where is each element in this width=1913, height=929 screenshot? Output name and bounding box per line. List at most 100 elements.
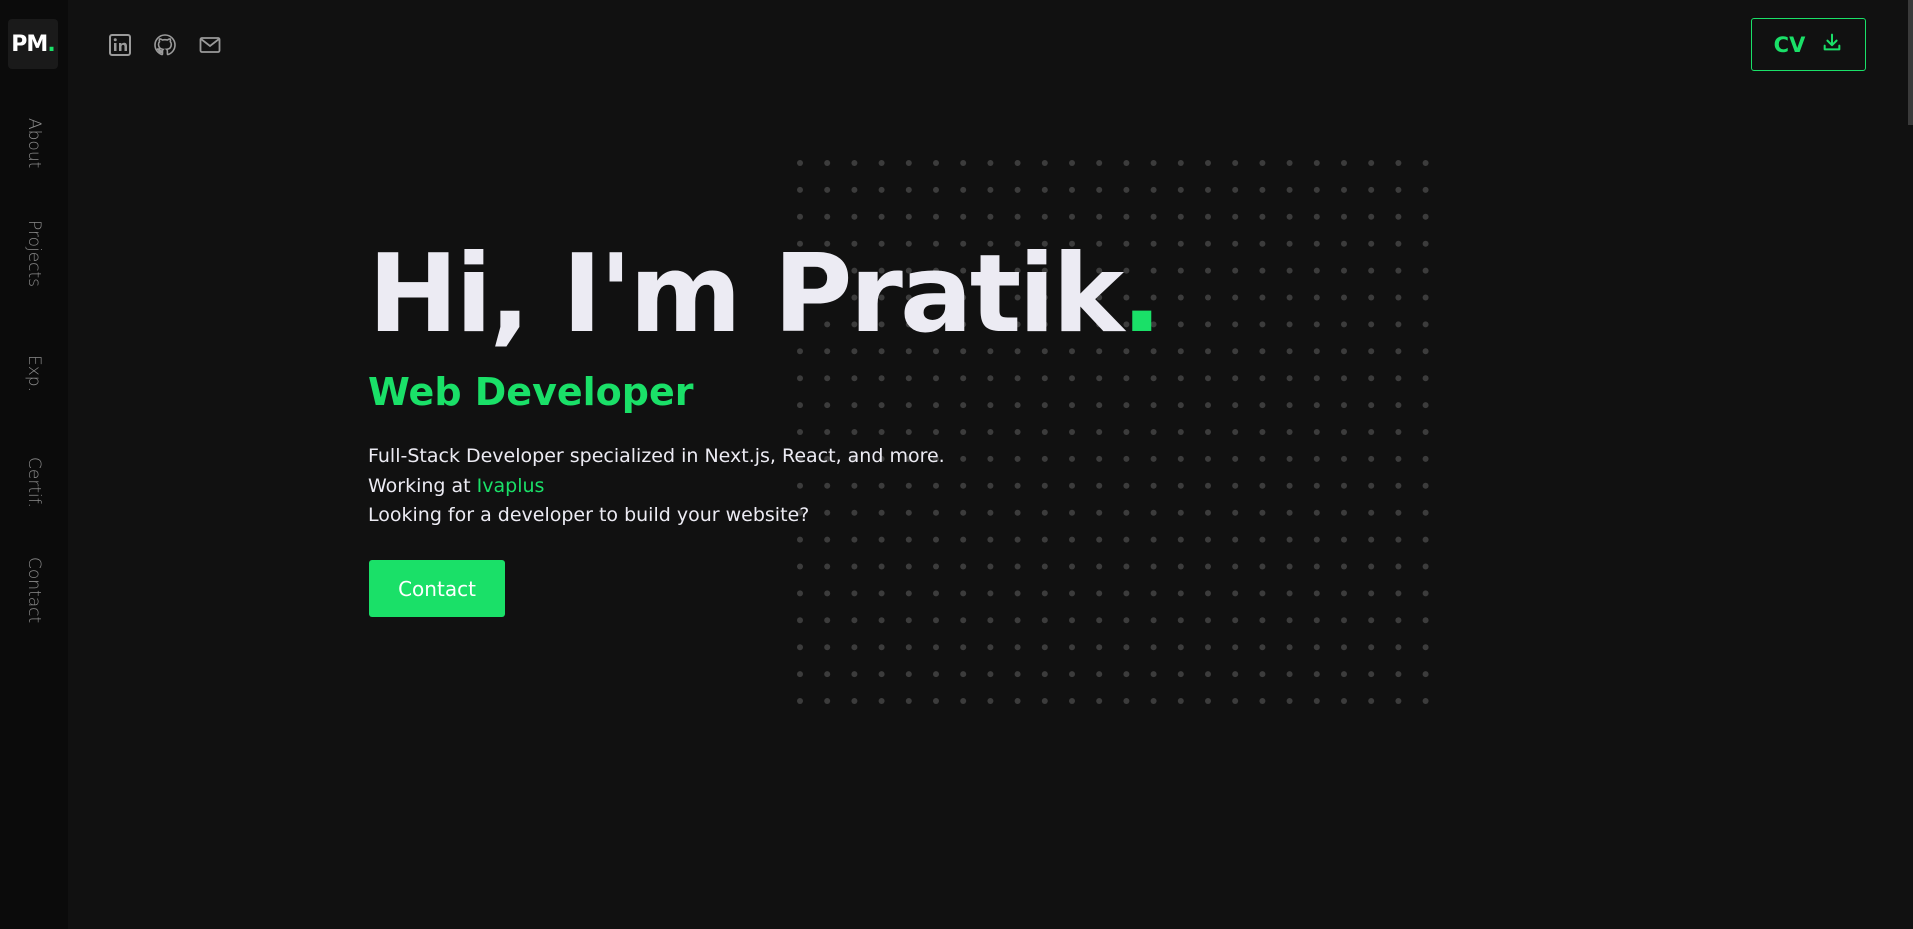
grid-dot xyxy=(1422,590,1429,597)
grid-dot xyxy=(987,509,994,516)
grid-dot xyxy=(1341,213,1347,220)
grid-dot xyxy=(1041,402,1048,409)
grid-dot xyxy=(1096,644,1103,651)
grid-dot xyxy=(1232,563,1239,570)
grid-dot xyxy=(1177,429,1184,435)
grid-dot xyxy=(1368,267,1375,274)
grid-dot xyxy=(1150,698,1157,704)
grid-dot xyxy=(987,213,994,220)
grid-dot xyxy=(960,644,967,651)
grid-dot xyxy=(1069,509,1075,516)
hero-role: Web Developer xyxy=(368,370,694,414)
sidebar-item-certifications[interactable]: Certif. xyxy=(24,457,44,508)
grid-dot xyxy=(1014,590,1021,597)
grid-dot xyxy=(878,429,885,435)
sidebar-item-about[interactable]: About xyxy=(24,118,44,168)
grid-dot xyxy=(987,563,994,570)
contact-button[interactable]: Contact xyxy=(369,560,505,617)
grid-dot xyxy=(1232,429,1239,435)
grid-dot xyxy=(1368,536,1375,543)
grid-dot xyxy=(960,536,967,543)
grid-dot xyxy=(824,213,831,220)
grid-dot xyxy=(1177,671,1184,678)
grid-dot xyxy=(1150,455,1157,462)
grid-dot xyxy=(1232,213,1239,220)
grid-dot xyxy=(1205,590,1211,597)
grid-dot xyxy=(1205,509,1211,516)
grid-dot xyxy=(824,160,831,166)
linkedin-icon[interactable] xyxy=(108,33,132,57)
grid-dot xyxy=(1014,429,1021,435)
grid-dot xyxy=(1205,402,1211,409)
grid-dot xyxy=(1205,186,1211,193)
grid-dot xyxy=(851,563,858,570)
hero-title-dot: . xyxy=(1121,232,1163,357)
grid-dot xyxy=(905,186,912,193)
company-link[interactable]: Ivaplus xyxy=(477,475,545,497)
grid-dot xyxy=(1286,644,1293,651)
grid-dot xyxy=(1205,375,1211,382)
grid-dot xyxy=(1395,267,1402,274)
grid-dot xyxy=(1341,617,1347,624)
grid-dot xyxy=(1422,563,1429,570)
grid-dot xyxy=(1014,536,1021,543)
grid-dot xyxy=(1205,160,1211,166)
grid-dot xyxy=(1177,348,1184,355)
grid-dot xyxy=(1014,482,1021,489)
grid-dot xyxy=(987,375,994,382)
grid-dot xyxy=(1232,482,1239,489)
grid-dot xyxy=(987,160,994,166)
grid-dot xyxy=(933,671,939,678)
grid-dot xyxy=(1313,698,1320,704)
grid-dot xyxy=(1232,536,1239,543)
grid-dot xyxy=(1259,509,1266,516)
grid-dot xyxy=(878,617,885,624)
grid-dot xyxy=(1205,294,1211,301)
grid-dot xyxy=(878,536,885,543)
grid-dot xyxy=(1368,375,1375,382)
scrollbar[interactable] xyxy=(1908,0,1913,125)
hero-line-specialization: Full-Stack Developer specialized in Next… xyxy=(368,445,945,467)
grid-dot xyxy=(905,536,912,543)
grid-dot xyxy=(824,644,831,651)
grid-dot xyxy=(960,455,967,462)
grid-dot xyxy=(1422,321,1429,328)
mail-icon[interactable] xyxy=(198,33,222,57)
grid-dot xyxy=(1014,160,1021,166)
grid-dot xyxy=(1368,590,1375,597)
hero-title-text: Hi, I'm Pratik xyxy=(368,232,1124,357)
grid-dot xyxy=(1313,240,1320,247)
grid-dot xyxy=(1422,294,1429,301)
sidebar-item-contact[interactable]: Contact xyxy=(24,557,44,623)
grid-dot xyxy=(1368,213,1375,220)
cv-download-button[interactable]: CV xyxy=(1751,18,1866,71)
grid-dot xyxy=(824,590,831,597)
grid-dot xyxy=(1177,509,1184,516)
grid-dot xyxy=(1123,455,1130,462)
grid-dot xyxy=(1422,644,1429,651)
grid-dot xyxy=(1368,429,1375,435)
grid-dot xyxy=(1313,617,1320,624)
grid-dot xyxy=(1341,267,1347,274)
grid-dot xyxy=(1069,536,1075,543)
grid-dot xyxy=(1123,590,1130,597)
grid-dot xyxy=(1232,294,1239,301)
grid-dot xyxy=(1313,536,1320,543)
grid-dot xyxy=(905,375,912,382)
grid-dot xyxy=(1232,240,1239,247)
grid-dot xyxy=(1014,402,1021,409)
logo-dot: . xyxy=(47,31,55,57)
grid-dot xyxy=(1286,563,1293,570)
grid-dot xyxy=(1395,644,1402,651)
grid-dot xyxy=(1069,563,1075,570)
grid-dot xyxy=(960,402,967,409)
grid-dot xyxy=(1041,698,1048,704)
sidebar-item-experience[interactable]: Exp. xyxy=(24,355,44,392)
grid-dot xyxy=(1286,213,1293,220)
logo[interactable]: PM. xyxy=(8,19,58,69)
grid-dot xyxy=(1341,482,1347,489)
github-icon[interactable] xyxy=(153,33,177,57)
grid-dot xyxy=(1232,698,1239,704)
sidebar-item-projects[interactable]: Projects xyxy=(24,220,44,287)
hero-description: Full-Stack Developer specialized in Next… xyxy=(368,442,945,531)
